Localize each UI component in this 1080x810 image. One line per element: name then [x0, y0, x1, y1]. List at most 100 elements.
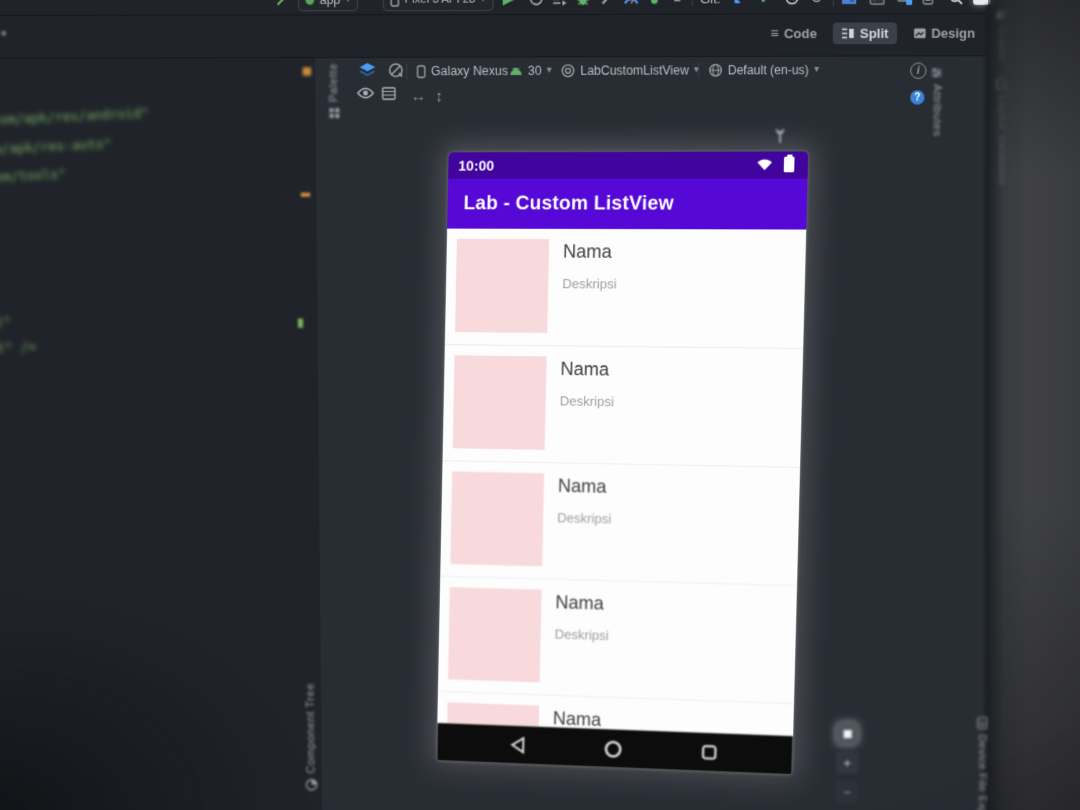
- tab-code-label: Code: [783, 25, 818, 41]
- api-level-label: 30: [527, 63, 542, 79]
- tab-code[interactable]: ≡ Code: [762, 22, 825, 45]
- item-name: Nama: [562, 241, 613, 262]
- layout-design-surface[interactable]: Galaxy Nexus ▾ 30 ▾ LabCustomListView ▾ …: [304, 56, 1018, 810]
- tool-window-tab-attributes[interactable]: Attributes: [931, 67, 943, 137]
- attach-debugger-icon[interactable]: [599, 0, 613, 9]
- android-studio-photo: app ▾ Pixel 3 API 28 ▾ ▶: [0, 0, 1080, 810]
- android-studio-window: app ▾ Pixel 3 API 28 ▾ ▶: [0, 0, 1080, 810]
- nav-recents-icon: [701, 744, 718, 761]
- device-selector-dropdown[interactable]: Galaxy Nexus ▾: [416, 60, 518, 83]
- tool-window-tab-device-file-explorer[interactable]: Device File Explorer: [976, 717, 988, 810]
- item-description: Deskripsi: [559, 393, 615, 410]
- tab-dot: [1, 30, 7, 36]
- swap-horizontal-icon[interactable]: ↔: [410, 88, 426, 106]
- item-name: Nama: [557, 475, 607, 497]
- apply-code-changes-button[interactable]: [552, 0, 568, 9]
- device-file-explorer-label: Device File Explorer: [975, 734, 988, 810]
- run-configuration-dropdown[interactable]: app ▾: [297, 0, 359, 12]
- terminal-button[interactable]: [869, 0, 885, 8]
- locale-label: Default (en-us): [727, 62, 809, 78]
- api-level-dropdown[interactable]: 30 ▾: [509, 59, 552, 82]
- phone-icon: [416, 64, 425, 77]
- disable-preview-icon[interactable]: [388, 62, 405, 79]
- tab-design[interactable]: Design: [905, 22, 984, 44]
- zoom-to-fit-button[interactable]: [836, 722, 859, 745]
- project-structure-button[interactable]: [841, 0, 857, 8]
- device-selector-label: Galaxy Nexus: [430, 63, 509, 79]
- theme-dropdown[interactable]: LabCustomListView ▾: [561, 59, 699, 82]
- git-commit-button[interactable]: ✓: [759, 0, 772, 8]
- wifi-icon: [757, 159, 773, 171]
- nav-back-icon: [509, 736, 526, 755]
- wrench-icon[interactable]: [275, 0, 292, 9]
- app-module-icon: [305, 0, 315, 5]
- run-button[interactable]: ▶: [503, 0, 515, 9]
- swap-vertical-icon[interactable]: ↕: [435, 88, 443, 106]
- list-item: Nama Deskripsi: [440, 461, 801, 587]
- component-tree-label: Component Tree: [304, 682, 318, 774]
- history-clock-icon[interactable]: [785, 0, 799, 8]
- target-device-dropdown[interactable]: Pixel 3 API 28 ▾: [382, 0, 493, 12]
- profiler-button[interactable]: [623, 0, 640, 9]
- component-tree-icon: [305, 779, 317, 791]
- battery-icon: [783, 156, 795, 173]
- git-label: Git:: [700, 0, 721, 8]
- chevron-down-icon: ▾: [546, 64, 552, 76]
- item-description: Deskripsi: [562, 275, 617, 292]
- item-image-placeholder: [455, 238, 550, 333]
- scrollbar-warning-marker: [300, 192, 311, 197]
- render-options-wrench-icon[interactable]: [774, 127, 786, 145]
- tool-window-tab-gradle[interactable]: Gradle: [995, 9, 1009, 61]
- nav-home-icon: [603, 739, 623, 759]
- zoom-in-button[interactable]: +: [836, 751, 859, 774]
- layout-validation-label: Layout Validation: [996, 94, 1009, 185]
- attributes-label: Attributes: [930, 84, 943, 137]
- item-description: Deskripsi: [554, 626, 609, 644]
- tool-window-tab-layout-validation[interactable]: Layout Validation: [996, 77, 1009, 185]
- device-manager-button[interactable]: [897, 0, 914, 8]
- device-file-explorer-icon: [976, 717, 987, 730]
- status-time: 10:00: [458, 157, 495, 174]
- code-line: id.com/apk/res/android": [0, 104, 150, 129]
- tool-window-tab-palette[interactable]: Palette: [328, 63, 341, 119]
- stop-button[interactable]: ■: [673, 0, 681, 9]
- theme-icon: [561, 63, 575, 77]
- device-label: Pixel 3 API 28: [405, 0, 476, 6]
- toolbar-separator: [698, 62, 700, 79]
- code-line: .com/apk/res-auto": [0, 135, 112, 158]
- help-icon[interactable]: ?: [910, 90, 925, 105]
- xml-code-editor[interactable]: id.com/apk/res/android" .com/apk/res-aut…: [0, 57, 324, 810]
- design-view-icon: [913, 27, 926, 38]
- right-tool-window-stripe: Gradle Layout Validation Device File Exp…: [976, 4, 1019, 810]
- debug-button[interactable]: [576, 0, 591, 9]
- item-image-placeholder: [452, 355, 547, 450]
- apply-changes-restart-button[interactable]: [528, 0, 544, 9]
- gradle-elephant-icon: [996, 9, 1009, 20]
- chevron-down-icon: ▾: [813, 63, 820, 76]
- avd-phone-button[interactable]: [922, 0, 933, 8]
- layout-list-icon[interactable]: [382, 87, 397, 101]
- item-image-placeholder: [448, 587, 542, 683]
- search-everywhere-button[interactable]: [949, 0, 963, 8]
- view-options-eye-icon[interactable]: [357, 87, 375, 99]
- profile-app-button[interactable]: [648, 0, 663, 9]
- zoom-out-button[interactable]: −: [836, 780, 859, 804]
- run-config-label: app: [320, 0, 341, 7]
- rollback-button[interactable]: ↺: [810, 0, 823, 8]
- toolbar-separator: [832, 0, 834, 7]
- design-surface-icon[interactable]: [359, 62, 377, 78]
- zoom-controls: + −: [836, 722, 859, 804]
- info-icon[interactable]: i: [910, 62, 927, 79]
- layout-validation-icon: [996, 77, 1009, 89]
- tab-split[interactable]: Split: [833, 21, 897, 44]
- phone-preview[interactable]: 10:00 Lab - Custom ListView Nama Deskrip…: [436, 151, 809, 775]
- custom-listview: Nama Deskripsi Nama Deskripsi Nama Deskr…: [437, 228, 807, 737]
- git-update-button[interactable]: ↙: [733, 0, 746, 8]
- locale-dropdown[interactable]: Default (en-us) ▾: [708, 59, 819, 82]
- code-line: ent" />: [0, 338, 37, 357]
- tool-window-tab-component-tree[interactable]: Component Tree: [304, 683, 317, 791]
- palette-icon: [328, 107, 339, 118]
- code-line: d.com/tools": [0, 165, 67, 186]
- scrollbar-warning-marker: [302, 67, 312, 76]
- list-item: Nama Deskripsi: [442, 345, 804, 468]
